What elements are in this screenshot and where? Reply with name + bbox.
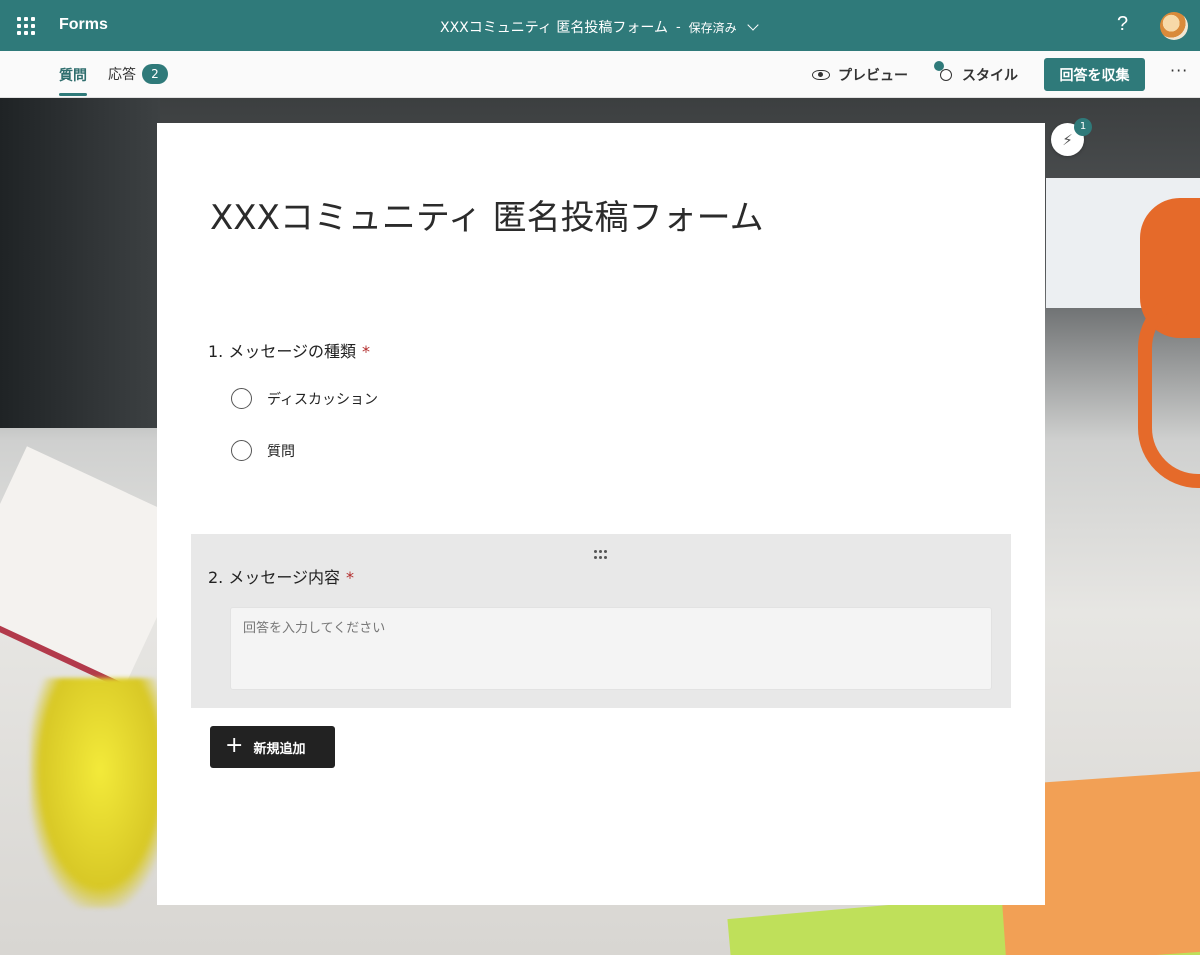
radio-button[interactable]	[231, 440, 252, 461]
add-new-label: 新規追加	[253, 741, 306, 757]
question-2-label[interactable]: 2. メッセージ内容 *	[208, 564, 354, 588]
help-button[interactable]: ?	[1117, 13, 1128, 36]
choice-option[interactable]: 質問	[231, 440, 295, 461]
preview-button[interactable]: プレビュー	[812, 65, 908, 85]
collect-responses-button[interactable]: 回答を収集	[1044, 58, 1145, 91]
question-1-label[interactable]: 1. メッセージの種類 *	[208, 338, 370, 362]
document-title-text: XXXコミュニティ 匿名投稿フォーム	[440, 20, 668, 36]
eye-icon	[812, 70, 830, 80]
save-status: 保存済み	[688, 20, 737, 35]
choice-option[interactable]: ディスカッション	[231, 388, 378, 409]
insights-badge: 1	[1074, 118, 1092, 136]
waffle-icon[interactable]	[17, 17, 35, 35]
title-separator: -	[675, 19, 681, 35]
radio-button[interactable]	[231, 388, 252, 409]
tab-responses[interactable]: 応答 2	[108, 64, 168, 84]
tab-questions[interactable]: 質問	[59, 65, 87, 96]
tab-responses-label: 応答	[108, 67, 136, 83]
document-title[interactable]: XXXコミュニティ 匿名投稿フォーム - 保存済み	[440, 17, 759, 37]
form-toolbar: 質問 応答 2 プレビュー スタイル 回答を収集 ···	[0, 51, 1200, 98]
palette-icon	[934, 61, 954, 85]
choice-label: 質問	[267, 443, 295, 460]
app-name[interactable]: Forms	[59, 16, 108, 34]
preview-label: プレビュー	[838, 68, 908, 84]
form-card: XXXコミュニティ 匿名投稿フォーム 1. メッセージの種類 * ディスカッション…	[157, 123, 1045, 905]
drag-handle-icon[interactable]	[594, 550, 608, 560]
chevron-down-icon[interactable]	[747, 19, 759, 31]
avatar[interactable]	[1160, 12, 1188, 40]
app-header: Forms XXXコミュニティ 匿名投稿フォーム - 保存済み ?	[0, 0, 1200, 51]
lightning-icon: ⚡	[1062, 130, 1073, 149]
style-button[interactable]: スタイル	[934, 61, 1018, 85]
answer-text-input[interactable]	[230, 607, 992, 690]
plus-icon: +	[225, 733, 244, 758]
question-1-text: 1. メッセージの種類	[208, 342, 357, 361]
form-title[interactable]: XXXコミュニティ 匿名投稿フォーム	[210, 190, 764, 239]
required-mark: *	[362, 342, 371, 361]
choice-label: ディスカッション	[267, 391, 379, 408]
style-label: スタイル	[962, 68, 1018, 84]
more-options-button[interactable]: ···	[1170, 61, 1188, 80]
question-2-text: 2. メッセージ内容	[208, 568, 341, 587]
add-new-button[interactable]: + 新規追加	[210, 726, 335, 768]
required-mark: *	[346, 568, 355, 587]
question-2-block[interactable]: 2. メッセージ内容 *	[191, 534, 1011, 708]
responses-count-badge: 2	[142, 64, 168, 84]
